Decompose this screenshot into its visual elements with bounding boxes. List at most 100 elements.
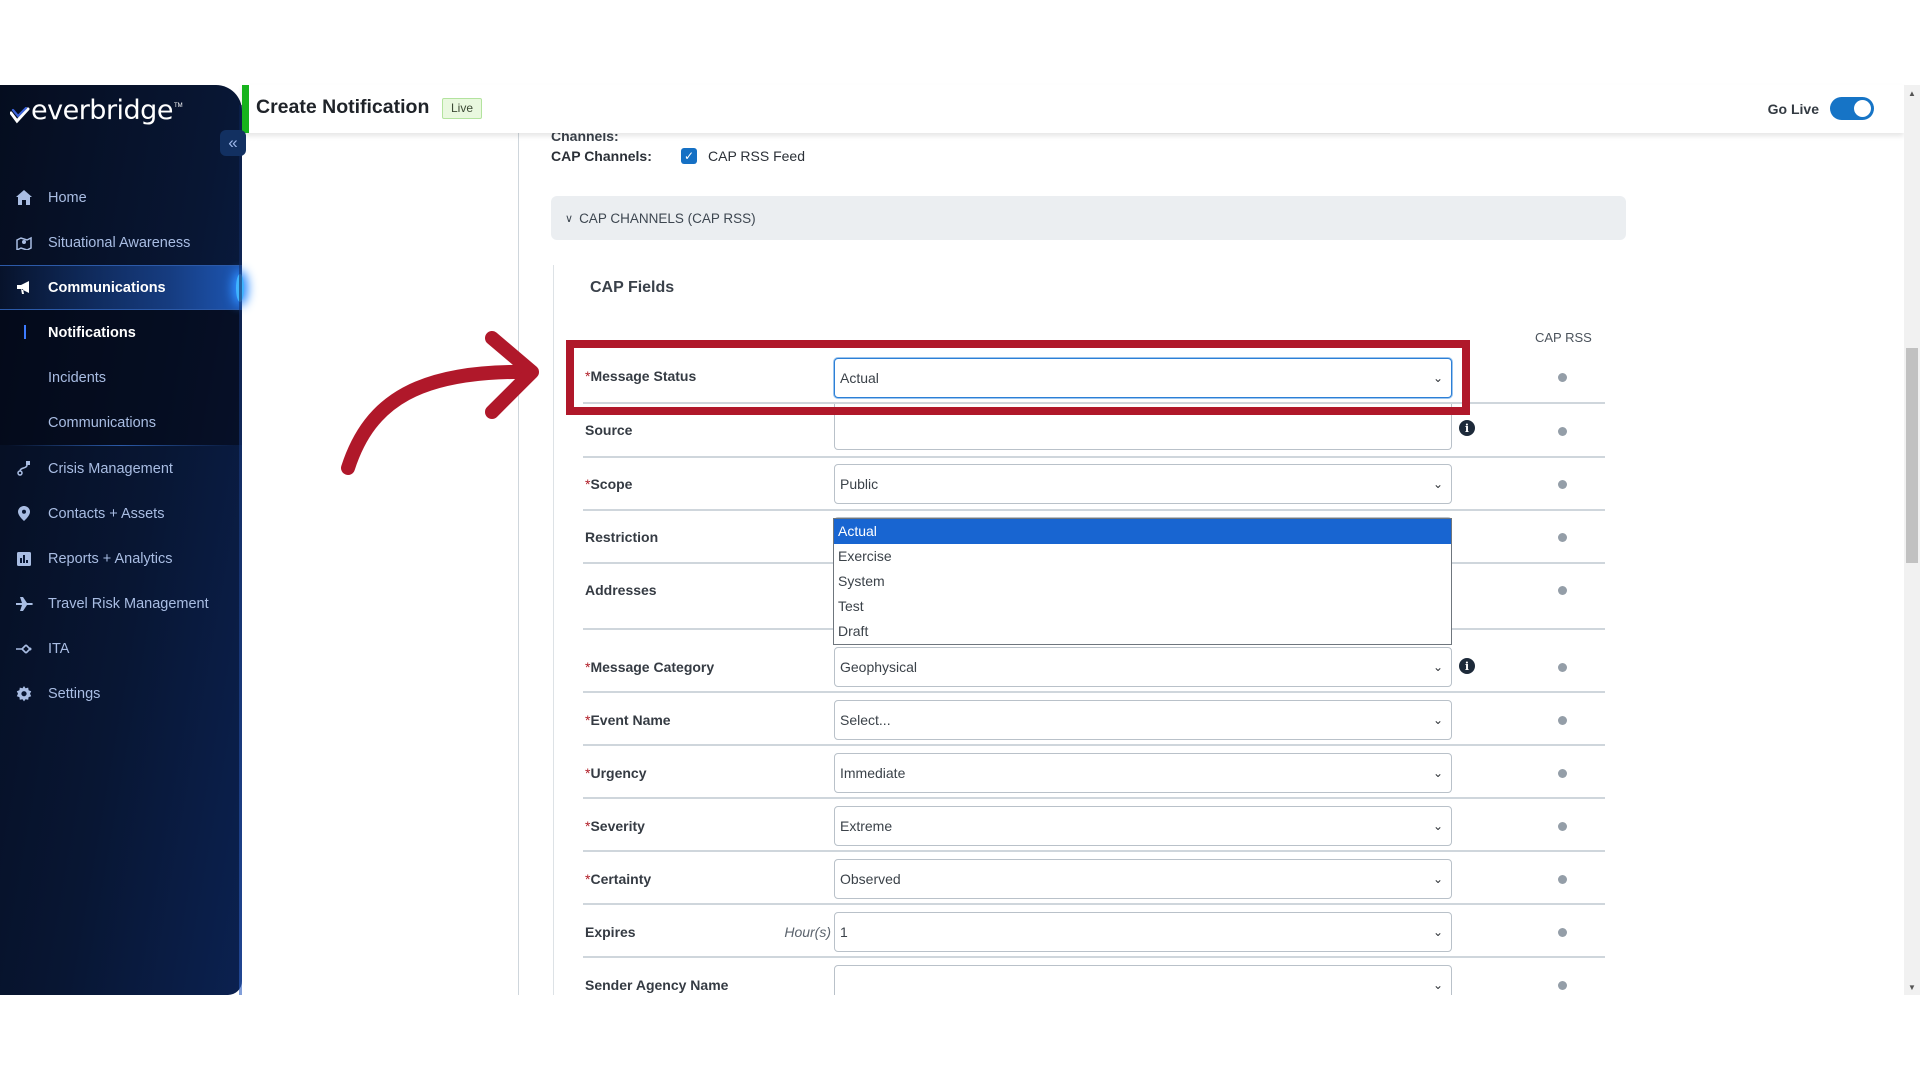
sidebar-item-travel-risk-management[interactable]: Travel Risk Management	[0, 581, 242, 626]
sidebar-item-reports-analytics[interactable]: Reports + Analytics	[0, 536, 242, 581]
field-label: Addresses	[585, 582, 657, 598]
cap-rss-indicator-dot	[1558, 373, 1567, 382]
sidebar-item-ita[interactable]: ITA	[0, 626, 242, 671]
sidebar-item-label: Travel Risk Management	[48, 595, 209, 612]
select-value: Extreme	[840, 818, 893, 834]
scope-select[interactable]: Public ⌄	[834, 464, 1452, 504]
dropdown-option-test[interactable]: Test	[834, 594, 1451, 619]
everbridge-logo[interactable]: everbridge TM	[10, 95, 183, 125]
cap-rss-indicator-dot	[1558, 981, 1567, 990]
cap-channels-label: CAP Channels:	[551, 148, 652, 164]
map-icon	[15, 234, 33, 252]
sidebar-item-label: Communications	[48, 279, 166, 296]
sidebar-item-settings[interactable]: Settings	[0, 671, 242, 716]
message-status-dropdown-list[interactable]: Actual Exercise System Test Draft	[833, 518, 1452, 645]
field-label: *Event Name	[585, 712, 671, 728]
sidebar-item-crisis-management[interactable]: Crisis Management	[0, 446, 242, 491]
chevron-down-icon: ⌄	[1432, 978, 1443, 992]
row-message-status: *Message Status Actual ⌄	[583, 354, 1605, 404]
message-status-select[interactable]: Actual ⌄	[834, 358, 1452, 398]
sidebar-item-home[interactable]: Home	[0, 175, 242, 220]
sidebar-item-label: Crisis Management	[48, 460, 173, 477]
chevron-down-icon: ⌄	[1432, 819, 1443, 833]
info-icon[interactable]: i	[1459, 658, 1475, 674]
scroll-up-arrow-icon[interactable]: ▲	[1904, 85, 1920, 101]
page-scrollbar[interactable]: ▲ ▼	[1904, 85, 1920, 995]
sidebar-item-label: ITA	[48, 640, 70, 657]
sidebar-subitem-incidents[interactable]: Incidents	[0, 355, 242, 400]
cap-rss-column-header: CAP RSS	[1535, 330, 1592, 345]
sidebar-subitem-notifications[interactable]: Notifications	[0, 310, 242, 355]
chevron-down-icon: ⌄	[1432, 371, 1443, 385]
cap-rss-feed-label[interactable]: CAP RSS Feed	[708, 148, 805, 164]
chevron-down-icon: ⌄	[1432, 660, 1443, 674]
sidebar-item-label: Communications	[48, 414, 156, 431]
row-urgency: *Urgency Immediate ⌄	[583, 746, 1605, 799]
expires-select[interactable]: 1 ⌄	[834, 912, 1452, 952]
select-value: Observed	[840, 871, 901, 887]
cap-fields-border	[553, 265, 554, 995]
sidebar-nav: Home Situational Awareness Communication…	[0, 175, 244, 716]
field-label: Expires	[585, 924, 636, 940]
collapse-sidebar-button[interactable]: «	[220, 130, 246, 156]
field-label: *Severity	[585, 818, 645, 834]
content-divider	[518, 133, 519, 995]
sidebar-item-contacts-assets[interactable]: Contacts + Assets	[0, 491, 242, 536]
megaphone-icon	[15, 279, 33, 297]
bar-chart-icon	[15, 550, 33, 568]
row-event-name: *Event Name Select... ⌄	[583, 693, 1605, 746]
select-value: Select...	[840, 712, 891, 728]
chevron-down-icon: ⌄	[1432, 872, 1443, 886]
live-badge: Live	[442, 98, 483, 119]
cap-rss-indicator-dot	[1558, 928, 1567, 937]
chevron-down-icon: ∨	[565, 212, 574, 225]
certainty-select[interactable]: Observed ⌄	[834, 859, 1452, 899]
sidebar-item-label: Settings	[48, 685, 101, 702]
row-scope: *Scope Public ⌄	[583, 458, 1605, 511]
sidebar-item-label: Situational Awareness	[48, 234, 191, 251]
sidebar-item-label: Reports + Analytics	[48, 550, 173, 567]
urgency-select[interactable]: Immediate ⌄	[834, 753, 1452, 793]
cap-rss-feed-checkbox[interactable]: ✓	[681, 148, 697, 164]
message-category-select[interactable]: Geophysical ⌄	[834, 647, 1452, 687]
dropdown-option-actual[interactable]: Actual	[834, 519, 1451, 544]
logo-mark-icon	[10, 107, 30, 124]
accordion-label: CAP CHANNELS (CAP RSS)	[579, 210, 756, 226]
header-accent-bar	[242, 85, 249, 133]
field-label: *Urgency	[585, 765, 647, 781]
dropdown-option-system[interactable]: System	[834, 569, 1451, 594]
severity-select[interactable]: Extreme ⌄	[834, 806, 1452, 846]
source-input[interactable]	[834, 404, 1452, 450]
field-label: *Certainty	[585, 871, 652, 887]
sidebar-subitem-communications[interactable]: Communications	[0, 400, 242, 445]
network-icon	[15, 640, 33, 658]
double-chevron-left-icon: «	[228, 133, 238, 152]
field-label: *Message Category	[585, 659, 715, 675]
cap-rss-indicator-dot	[1558, 716, 1567, 725]
sidebar-item-communications[interactable]: Communications	[0, 265, 244, 310]
dropdown-option-exercise[interactable]: Exercise	[834, 544, 1451, 569]
select-value: Geophysical	[840, 659, 918, 675]
chevron-down-icon: ⌄	[1432, 477, 1443, 491]
select-value: 1	[840, 924, 848, 940]
scrollbar-thumb[interactable]	[1906, 348, 1918, 563]
sidebar-item-situational-awareness[interactable]: Situational Awareness	[0, 220, 242, 265]
scroll-down-arrow-icon[interactable]: ▼	[1904, 979, 1920, 995]
field-label: Source	[585, 422, 633, 438]
event-name-select[interactable]: Select... ⌄	[834, 700, 1452, 740]
info-icon[interactable]: i	[1459, 420, 1475, 436]
go-live-toggle[interactable]	[1830, 97, 1874, 120]
cap-rss-indicator-dot	[1558, 586, 1567, 595]
gear-icon	[15, 685, 33, 703]
chevron-down-icon: ⌄	[1432, 925, 1443, 939]
toggle-knob	[1854, 100, 1871, 117]
sidebar: everbridge TM « Home Situational Awarene…	[0, 85, 246, 995]
cap-channels-accordion[interactable]: ∨ CAP CHANNELS (CAP RSS)	[551, 196, 1626, 240]
dropdown-option-draft[interactable]: Draft	[834, 619, 1451, 644]
cap-channels-row: CAP Channels: ✓ CAP RSS Feed	[551, 148, 805, 164]
field-label: Restriction	[585, 529, 659, 545]
cap-rss-indicator-dot	[1558, 663, 1567, 672]
page-title: Create Notification	[256, 96, 430, 118]
cap-rss-indicator-dot	[1558, 533, 1567, 542]
location-pin-icon	[15, 505, 33, 523]
